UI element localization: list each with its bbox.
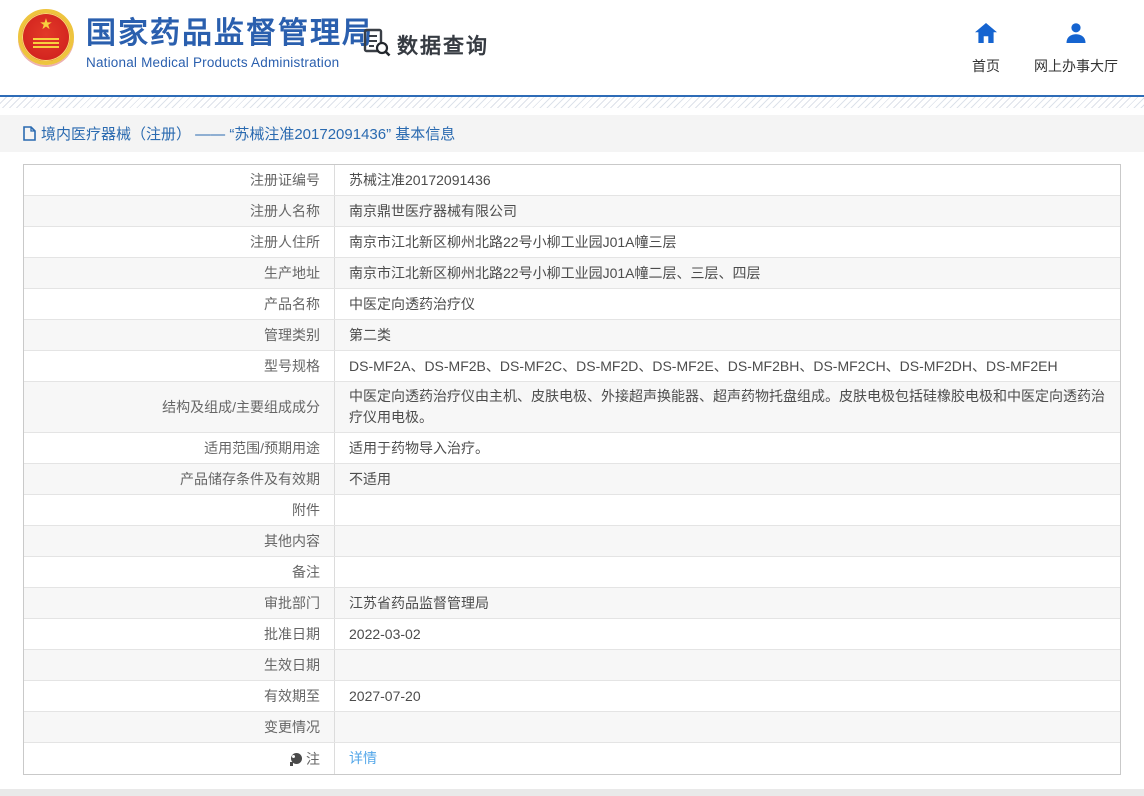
nav-label-home: 首页: [972, 56, 1000, 76]
top-nav: 首页 网上办事大厅: [972, 23, 1118, 76]
row-value: [335, 712, 1120, 742]
home-icon: [975, 23, 997, 48]
row-value: 南京市江北新区柳州北路22号小柳工业园J01A幢三层: [335, 227, 1120, 257]
row-label: 变更情况: [24, 712, 335, 742]
table-row: 有效期至 2027-07-20: [24, 681, 1120, 712]
row-label: 注: [24, 743, 335, 774]
row-value: 详情: [335, 743, 1120, 774]
registration-info-table: 注册证编号 苏械注准20172091436 注册人名称 南京鼎世医疗器械有限公司…: [23, 164, 1121, 775]
note-icon: [291, 753, 302, 764]
row-value: 不适用: [335, 464, 1120, 494]
row-value: [335, 495, 1120, 525]
table-row: 注 详情: [24, 743, 1120, 774]
document-icon: [23, 126, 36, 141]
row-label: 审批部门: [24, 588, 335, 618]
row-label: 备注: [24, 557, 335, 587]
row-label-text: 注: [306, 749, 320, 769]
row-value: 苏械注准20172091436: [335, 165, 1120, 195]
row-label: 生产地址: [24, 258, 335, 288]
breadcrumb-bar: 境内医疗器械（注册） —— “苏械注准20172091436” 基本信息: [0, 115, 1144, 152]
data-query-label: 数据查询: [397, 30, 489, 60]
row-value: 南京鼎世医疗器械有限公司: [335, 196, 1120, 226]
row-label: 产品名称: [24, 289, 335, 319]
nav-item-service-hall[interactable]: 网上办事大厅: [1034, 23, 1118, 76]
row-label: 结构及组成/主要组成成分: [24, 382, 335, 432]
data-query-nav[interactable]: 数据查询: [362, 27, 489, 62]
row-value: [335, 526, 1120, 556]
row-value: 江苏省药品监督管理局: [335, 588, 1120, 618]
row-value: 第二类: [335, 320, 1120, 350]
user-icon: [1065, 23, 1087, 48]
table-row: 管理类别 第二类: [24, 320, 1120, 351]
site-subtitle: National Medical Products Administration: [86, 55, 374, 70]
national-emblem-icon: [18, 9, 74, 65]
nmpa-logo[interactable]: [18, 9, 74, 65]
row-label: 适用范围/预期用途: [24, 433, 335, 463]
striped-divider-band: [0, 97, 1144, 108]
table-row: 备注: [24, 557, 1120, 588]
row-value: 南京市江北新区柳州北路22号小柳工业园J01A幢二层、三层、四层: [335, 258, 1120, 288]
breadcrumb-text: 境内医疗器械（注册） —— “苏械注准20172091436” 基本信息: [41, 123, 455, 144]
table-row: 注册证编号 苏械注准20172091436: [24, 165, 1120, 196]
table-row: 批准日期 2022-03-02: [24, 619, 1120, 650]
row-value: 中医定向透药治疗仪由主机、皮肤电极、外接超声换能器、超声药物托盘组成。皮肤电极包…: [335, 382, 1120, 432]
nav-item-home[interactable]: 首页: [972, 23, 1000, 76]
row-label: 附件: [24, 495, 335, 525]
row-value: [335, 650, 1120, 680]
table-row: 变更情况: [24, 712, 1120, 743]
row-label: 产品储存条件及有效期: [24, 464, 335, 494]
row-label: 型号规格: [24, 351, 335, 381]
table-row: 附件: [24, 495, 1120, 526]
breadcrumb: 境内医疗器械（注册） —— “苏械注准20172091436” 基本信息: [23, 123, 455, 144]
table-row: 审批部门 江苏省药品监督管理局: [24, 588, 1120, 619]
page-header: 国家药品监督管理局 National Medical Products Admi…: [0, 0, 1144, 95]
row-value: [335, 557, 1120, 587]
row-label: 其他内容: [24, 526, 335, 556]
table-row: 生产地址 南京市江北新区柳州北路22号小柳工业园J01A幢二层、三层、四层: [24, 258, 1120, 289]
table-row: 注册人住所 南京市江北新区柳州北路22号小柳工业园J01A幢三层: [24, 227, 1120, 258]
row-value: DS-MF2A、DS-MF2B、DS-MF2C、DS-MF2D、DS-MF2E、…: [335, 351, 1120, 381]
row-label: 批准日期: [24, 619, 335, 649]
document-search-icon: [362, 27, 391, 62]
nav-label-service-hall: 网上办事大厅: [1034, 56, 1118, 76]
row-label: 注册人名称: [24, 196, 335, 226]
detail-link[interactable]: 详情: [349, 748, 377, 769]
table-row: 其他内容: [24, 526, 1120, 557]
row-label: 管理类别: [24, 320, 335, 350]
row-value: 适用于药物导入治疗。: [335, 433, 1120, 463]
table-row: 适用范围/预期用途 适用于药物导入治疗。: [24, 433, 1120, 464]
row-value: 中医定向透药治疗仪: [335, 289, 1120, 319]
table-row: 产品储存条件及有效期 不适用: [24, 464, 1120, 495]
row-value: 2027-07-20: [335, 681, 1120, 711]
table-row: 注册人名称 南京鼎世医疗器械有限公司: [24, 196, 1120, 227]
table-row: 结构及组成/主要组成成分 中医定向透药治疗仪由主机、皮肤电极、外接超声换能器、超…: [24, 382, 1120, 433]
row-label: 生效日期: [24, 650, 335, 680]
table-row: 产品名称 中医定向透药治疗仪: [24, 289, 1120, 320]
table-row: 型号规格 DS-MF2A、DS-MF2B、DS-MF2C、DS-MF2D、DS-…: [24, 351, 1120, 382]
site-title: 国家药品监督管理局: [86, 17, 374, 51]
site-title-block[interactable]: 国家药品监督管理局 National Medical Products Admi…: [86, 17, 374, 70]
row-label: 有效期至: [24, 681, 335, 711]
page-bottom-strip: [0, 789, 1144, 796]
row-value: 2022-03-02: [335, 619, 1120, 649]
table-row: 生效日期: [24, 650, 1120, 681]
row-label: 注册人住所: [24, 227, 335, 257]
row-label: 注册证编号: [24, 165, 335, 195]
